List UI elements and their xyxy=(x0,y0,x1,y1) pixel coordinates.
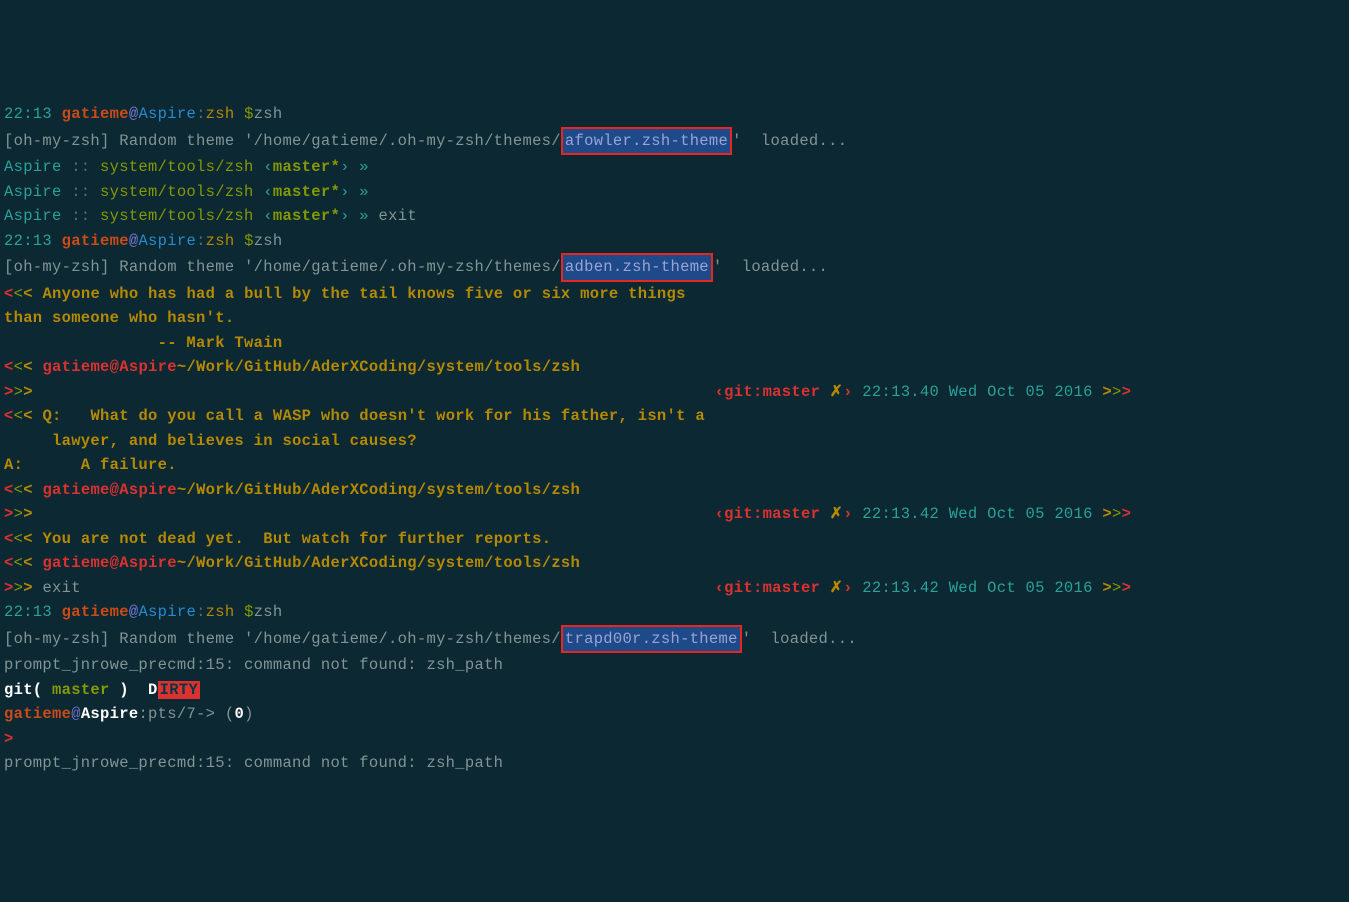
shell-dir: zsh xyxy=(206,105,235,123)
git-master-label: master xyxy=(52,681,110,699)
loaded: ' loaded... xyxy=(732,132,847,150)
theme-highlight-3: trapd00r.zsh-theme xyxy=(561,625,742,654)
theme-highlight-2: adben.zsh-theme xyxy=(561,253,713,282)
arrow: » xyxy=(359,158,369,176)
left-chevrons: < xyxy=(4,285,14,303)
git-paren: git( xyxy=(4,681,52,699)
git-info: ‹git:master xyxy=(715,383,830,401)
error-line: prompt_jnrowe_precmd:15: command not fou… xyxy=(4,656,503,674)
dirty-badge: IRTY xyxy=(158,681,200,699)
dirty-d: D xyxy=(148,681,158,699)
error-line-2: prompt_jnrowe_precmd:15: command not fou… xyxy=(4,754,503,772)
cwd: ~/Work/GitHub/AderXCoding/system/tools/z… xyxy=(177,358,580,376)
theme-highlight-1: afowler.zsh-theme xyxy=(561,127,732,156)
host: Aspire xyxy=(138,105,196,123)
omz-msg: [oh-my-zsh] Random theme '/home/gatieme/… xyxy=(4,132,561,150)
aspire-dir: system/tools/zsh xyxy=(100,158,254,176)
pts-prompt: :pts/7-> ( xyxy=(138,705,234,723)
user: gatieme xyxy=(62,105,129,123)
user-at: gatieme@Aspire xyxy=(42,358,176,376)
host2: Aspire xyxy=(4,158,62,176)
timestamp: 22:13.40 Wed Oct 05 2016 xyxy=(862,383,1092,401)
exit-cmd-2: exit xyxy=(42,579,80,597)
caret-prompt: > xyxy=(4,730,14,748)
cmd: zsh xyxy=(254,105,283,123)
return-code: 0 xyxy=(234,705,244,723)
branch: master* xyxy=(273,158,340,176)
colon: : xyxy=(196,105,206,123)
quote-line: Anyone who has had a bull by the tail kn… xyxy=(42,285,685,303)
time: 22:13 xyxy=(4,105,52,123)
exit-cmd: exit xyxy=(379,207,417,225)
dollar: $ xyxy=(244,105,254,123)
quote-author: -- Mark Twain xyxy=(158,334,283,352)
at-sign: @ xyxy=(129,105,139,123)
git-dirty-icon: ✗ xyxy=(830,383,843,401)
terminal-output[interactable]: 22:13 gatieme@Aspire:zsh $zsh [oh-my-zsh… xyxy=(4,102,1345,776)
